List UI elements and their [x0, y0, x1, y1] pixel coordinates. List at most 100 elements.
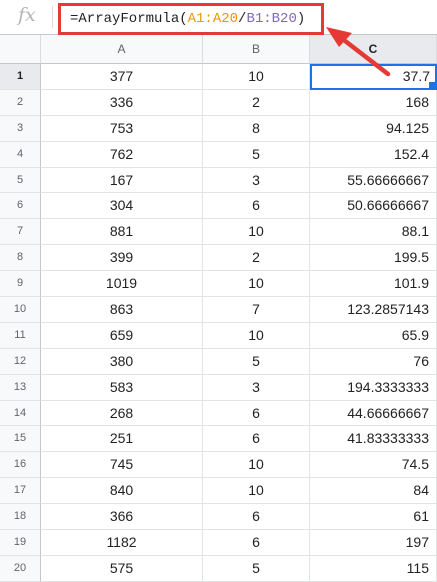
cell-a[interactable]: 304 [41, 193, 203, 220]
fill-handle[interactable] [428, 80, 435, 88]
cell-a[interactable]: 1182 [41, 530, 203, 556]
cell-c[interactable]: 194.3333333 [310, 374, 437, 401]
cell-c[interactable]: 41.83333333 [310, 426, 437, 453]
row-header[interactable]: 7 [0, 219, 41, 246]
cell-c[interactable]: 65.9 [310, 322, 437, 349]
cell-a[interactable]: 840 [41, 478, 203, 505]
column-header-c[interactable]: C [310, 35, 437, 64]
cell-c[interactable]: 199.5 [310, 245, 437, 272]
table-row: 18 366 6 61 [0, 504, 437, 531]
select-all-corner[interactable] [0, 35, 41, 64]
table-row: 8 399 2 199.5 [0, 245, 437, 272]
cell-b[interactable]: 10 [203, 478, 310, 505]
cell-c[interactable]: 168 [310, 89, 437, 116]
cell-c[interactable]: 152.4 [310, 141, 437, 168]
cell-c[interactable]: 94.125 [310, 115, 437, 142]
cell-c-value: 115 [406, 559, 429, 576]
cell-c-value: 41.83333333 [347, 430, 429, 447]
cell-b[interactable]: 6 [203, 426, 310, 453]
row-header[interactable]: 16 [0, 452, 41, 479]
formula-bar: fx =ArrayFormula(A1:A20/B1:B20) [0, 0, 437, 35]
cell-b[interactable]: 5 [203, 555, 310, 582]
cell-a[interactable]: 762 [41, 141, 203, 168]
cell-b[interactable]: 3 [203, 167, 310, 194]
cell-b[interactable]: 6 [203, 193, 310, 220]
row-header[interactable]: 18 [0, 504, 41, 531]
cell-b[interactable]: 6 [203, 530, 310, 556]
cell-b[interactable]: 10 [203, 219, 310, 246]
cell-a[interactable]: 377 [41, 64, 203, 90]
table-row: 1 377 10 37.7 [0, 64, 437, 90]
cell-b[interactable]: 2 [203, 245, 310, 272]
row-header[interactable]: 10 [0, 297, 41, 323]
cell-b[interactable]: 5 [203, 348, 310, 375]
row-header[interactable]: 2 [0, 89, 41, 116]
cell-c[interactable]: 197 [310, 530, 437, 556]
formula-input[interactable]: =ArrayFormula(A1:A20/B1:B20) [58, 3, 324, 35]
cell-b[interactable]: 7 [203, 297, 310, 323]
cell-b[interactable]: 3 [203, 374, 310, 401]
cell-a[interactable]: 167 [41, 167, 203, 194]
row-header[interactable]: 15 [0, 426, 41, 453]
formula-bar-divider [52, 6, 53, 28]
cell-c[interactable]: 61 [310, 504, 437, 531]
cell-a[interactable]: 380 [41, 348, 203, 375]
cell-b[interactable]: 10 [203, 271, 310, 298]
column-header-b[interactable]: B [203, 35, 310, 64]
row-header[interactable]: 20 [0, 555, 41, 582]
row-header[interactable]: 13 [0, 374, 41, 401]
row-header[interactable]: 17 [0, 478, 41, 505]
cell-c[interactable]: 115 [310, 555, 437, 582]
cell-a[interactable]: 583 [41, 374, 203, 401]
fx-icon: fx [18, 4, 36, 26]
cell-b[interactable]: 6 [203, 400, 310, 427]
row-header[interactable]: 5 [0, 167, 41, 194]
row-header[interactable]: 4 [0, 141, 41, 168]
row-header[interactable]: 14 [0, 400, 41, 427]
cell-a[interactable]: 745 [41, 452, 203, 479]
cell-a[interactable]: 753 [41, 115, 203, 142]
table-row: 17 840 10 84 [0, 478, 437, 505]
row-header[interactable]: 11 [0, 322, 41, 349]
cell-a[interactable]: 251 [41, 426, 203, 453]
table-row: 4 762 5 152.4 [0, 141, 437, 168]
cell-a[interactable]: 399 [41, 245, 203, 272]
cell-c[interactable]: 76 [310, 348, 437, 375]
cell-a[interactable]: 881 [41, 219, 203, 246]
cell-c[interactable]: 50.66666667 [310, 193, 437, 220]
cell-a[interactable]: 863 [41, 297, 203, 323]
cell-b[interactable]: 6 [203, 504, 310, 531]
cell-a[interactable]: 575 [41, 555, 203, 582]
cell-c[interactable]: 123.2857143 [310, 297, 437, 323]
selected-cell-c1[interactable]: 37.7 [310, 64, 437, 90]
cell-b[interactable]: 2 [203, 89, 310, 116]
cell-c[interactable]: 44.66666667 [310, 400, 437, 427]
row-header[interactable]: 1 [0, 64, 41, 90]
cell-a[interactable]: 268 [41, 400, 203, 427]
cell-c[interactable]: 101.9 [310, 271, 437, 298]
row-header[interactable]: 3 [0, 115, 41, 142]
row-header[interactable]: 9 [0, 271, 41, 298]
row-header[interactable]: 8 [0, 245, 41, 272]
cell-b[interactable]: 10 [203, 322, 310, 349]
cell-c-value: 50.66666667 [347, 197, 429, 214]
cell-c[interactable]: 88.1 [310, 219, 437, 246]
table-row: 2 336 2 168 [0, 89, 437, 116]
cell-a[interactable]: 366 [41, 504, 203, 531]
cell-c[interactable]: 55.66666667 [310, 167, 437, 194]
cell-a[interactable]: 336 [41, 89, 203, 116]
cell-c[interactable]: 74.5 [310, 452, 437, 479]
table-row: 5 167 3 55.66666667 [0, 167, 437, 194]
cell-c[interactable]: 84 [310, 478, 437, 505]
column-header-a[interactable]: A [41, 35, 203, 64]
row-header[interactable]: 12 [0, 348, 41, 375]
cell-b[interactable]: 5 [203, 141, 310, 168]
cell-b[interactable]: 10 [203, 64, 310, 90]
cell-a[interactable]: 1019 [41, 271, 203, 298]
cell-b[interactable]: 8 [203, 115, 310, 142]
cell-a[interactable]: 659 [41, 322, 203, 349]
row-header[interactable]: 6 [0, 193, 41, 220]
cell-b[interactable]: 10 [203, 452, 310, 479]
row-header[interactable]: 19 [0, 530, 41, 556]
table-row: 3 753 8 94.125 [0, 115, 437, 142]
